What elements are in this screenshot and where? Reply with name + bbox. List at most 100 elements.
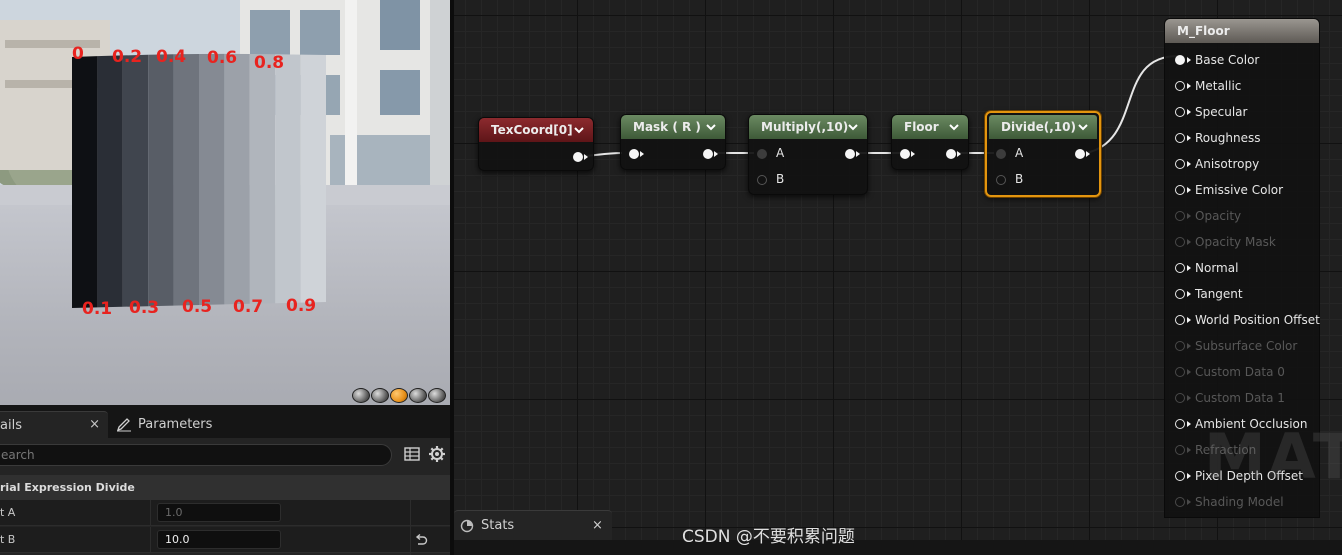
node-multiply[interactable]: Multiply(,10) A B	[748, 114, 868, 195]
search-input[interactable]: earch	[0, 444, 392, 466]
tab-parameters[interactable]: Parameters	[116, 411, 236, 438]
input-pin[interactable]	[1175, 211, 1185, 221]
pin-arrow-icon	[1187, 395, 1191, 401]
node-header[interactable]: Floor	[892, 115, 968, 139]
cylinder-icon[interactable]	[352, 388, 370, 403]
chevron-down-icon[interactable]	[573, 124, 585, 136]
chevron-down-icon[interactable]	[847, 121, 859, 133]
result-pin-row: Shading Model	[1165, 494, 1321, 514]
node-header[interactable]: Mask ( R )	[621, 115, 725, 139]
input-pin[interactable]	[1175, 289, 1185, 299]
gradient-stripe	[249, 53, 276, 304]
pin-arrow-icon	[714, 151, 718, 157]
pin-label: Specular	[1195, 105, 1248, 119]
input-pin[interactable]	[1175, 497, 1185, 507]
input-pin-a[interactable]	[996, 149, 1006, 159]
property-row-const-a: t A 1.0	[0, 500, 450, 526]
sphere-icon[interactable]	[371, 388, 389, 403]
result-pin-row: Tangent	[1165, 286, 1321, 306]
input-pin[interactable]	[1175, 159, 1185, 169]
output-pin[interactable]	[845, 149, 855, 159]
input-pin[interactable]	[1175, 419, 1185, 429]
node-header[interactable]: TexCoord[0]	[479, 118, 593, 142]
input-pin-b[interactable]	[996, 175, 1006, 185]
node-header[interactable]: Multiply(,10)	[749, 115, 867, 139]
node-header[interactable]: Divide(,10)	[989, 115, 1097, 139]
node-texcoord[interactable]: TexCoord[0]	[478, 117, 594, 171]
output-pin[interactable]	[1075, 149, 1085, 159]
node-title: TexCoord[0]	[491, 123, 573, 137]
input-pin[interactable]	[1175, 107, 1185, 117]
plane-icon[interactable]	[390, 388, 408, 403]
input-pin[interactable]	[1175, 55, 1185, 65]
output-pin[interactable]	[573, 152, 583, 162]
chevron-down-icon[interactable]	[1077, 121, 1089, 133]
node-divide[interactable]: Divide(,10) A B	[985, 111, 1101, 197]
result-pin-row: Anisotropy	[1165, 156, 1321, 176]
material-graph-canvas[interactable]: TexCoord[0] Mask ( R ) Multiply(,10) A B…	[454, 0, 1342, 555]
const-b-field[interactable]: 10.0	[157, 530, 281, 549]
gradient-stripe	[148, 54, 174, 307]
output-pin[interactable]	[946, 149, 956, 159]
csdn-watermark: CSDN @不要积累问题	[682, 527, 855, 547]
pin-arrow-icon	[1187, 265, 1191, 271]
custom-mesh-icon[interactable]	[428, 388, 446, 403]
gradient-stripe	[275, 54, 301, 304]
node-mask[interactable]: Mask ( R )	[620, 114, 726, 170]
pin-arrow-icon	[1187, 239, 1191, 245]
pin-arrow-icon	[1187, 473, 1191, 479]
input-pin[interactable]	[1175, 81, 1185, 91]
input-pin[interactable]	[1175, 133, 1185, 143]
input-pin[interactable]	[1175, 445, 1185, 455]
pin-label-b: B	[776, 172, 785, 186]
cube-icon[interactable]	[409, 388, 427, 403]
input-pin[interactable]	[1175, 341, 1185, 351]
input-pin-b[interactable]	[757, 175, 767, 185]
stats-strip	[454, 540, 1342, 555]
node-floor[interactable]: Floor	[891, 114, 969, 170]
reset-to-default-icon[interactable]	[414, 533, 428, 547]
input-pin[interactable]	[1175, 367, 1185, 377]
result-pin-row: Opacity	[1165, 208, 1321, 228]
gradient-stripe	[199, 53, 225, 305]
pin-label: Tangent	[1195, 287, 1243, 301]
result-pin-row: World Position Offset	[1165, 312, 1321, 332]
table-view-icon[interactable]	[404, 446, 420, 462]
category-header[interactable]: rial Expression Divide	[0, 475, 450, 500]
input-pin[interactable]	[629, 149, 639, 159]
input-pin[interactable]	[1175, 315, 1185, 325]
pin-label-a: A	[776, 146, 785, 160]
gear-icon[interactable]	[428, 445, 446, 463]
chevron-down-icon[interactable]	[948, 121, 960, 133]
gradient-stripe	[224, 53, 250, 305]
pin-label: Metallic	[1195, 79, 1242, 93]
input-pin[interactable]	[1175, 263, 1185, 273]
pin-label: Subsurface Color	[1195, 339, 1298, 353]
input-pin[interactable]	[1175, 185, 1185, 195]
label-bottom-1: 0.3	[129, 298, 160, 318]
pin-label: Base Color	[1195, 53, 1260, 67]
input-pin[interactable]	[1175, 471, 1185, 481]
node-header[interactable]: M_Floor	[1165, 19, 1319, 43]
input-pin[interactable]	[1175, 237, 1185, 247]
input-pin[interactable]	[1175, 393, 1185, 403]
close-icon[interactable]: ×	[89, 417, 100, 432]
pin-label: Shading Model	[1195, 495, 1284, 509]
output-pin[interactable]	[703, 149, 713, 159]
const-a-field[interactable]: 1.0	[157, 503, 281, 522]
tab-stats[interactable]: Stats ×	[454, 510, 612, 540]
result-pin-row: Custom Data 0	[1165, 364, 1321, 384]
pin-label-b: B	[1015, 172, 1024, 186]
input-pin[interactable]	[900, 149, 910, 159]
material-preview-viewport[interactable]: 0 0.2 0.4 0.6 0.8 0.1 0.3 0.5 0.7 0.9	[0, 0, 450, 405]
input-pin-a[interactable]	[757, 149, 767, 159]
details-panel: ails × Parameters earch rial Expression …	[0, 405, 450, 555]
tab-details[interactable]: ails ×	[0, 411, 108, 438]
gradient-stripe	[72, 56, 98, 309]
tab-stats-label: Stats	[481, 518, 515, 533]
chevron-down-icon[interactable]	[705, 121, 717, 133]
pin-arrow-icon	[584, 154, 588, 160]
close-icon[interactable]: ×	[592, 518, 603, 533]
label-top-2: 0.4	[156, 47, 187, 67]
node-title: Mask ( R )	[633, 120, 701, 134]
